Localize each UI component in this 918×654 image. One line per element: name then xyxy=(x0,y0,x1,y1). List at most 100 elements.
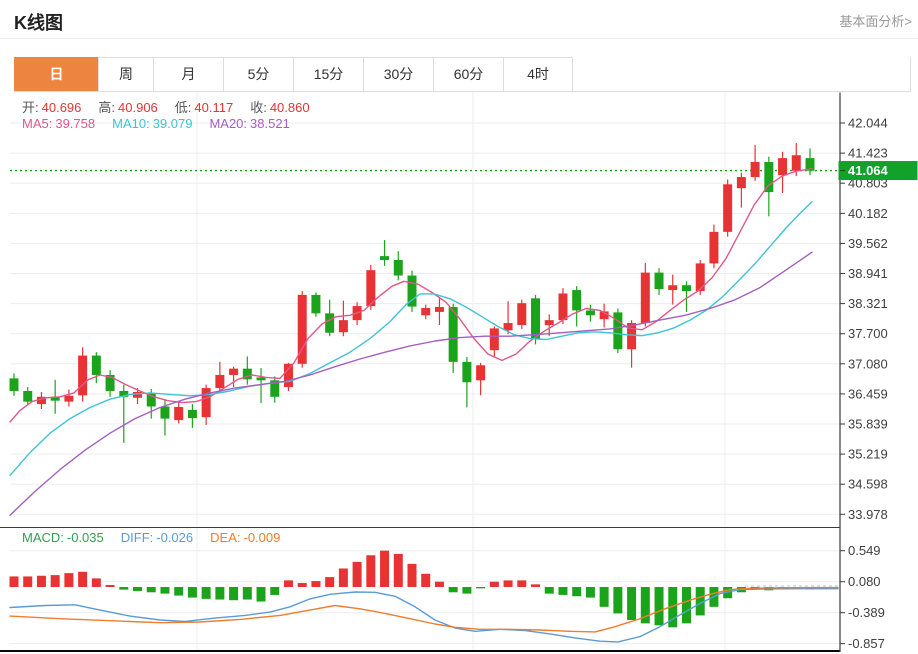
candle-body xyxy=(10,378,19,391)
readout-label: MA20: xyxy=(209,116,247,131)
readout-value: -0.009 xyxy=(243,530,280,545)
price-axis-label: 33.978 xyxy=(848,507,888,522)
macd-histogram-bar xyxy=(353,562,362,587)
candle-body xyxy=(133,392,142,398)
current-price-label: 41.064 xyxy=(848,163,889,178)
candle-body xyxy=(558,293,567,320)
readout-value: 40.860 xyxy=(270,100,310,115)
price-axis-label: 35.219 xyxy=(848,447,888,462)
macd-histogram-bar xyxy=(408,564,417,587)
candle-body xyxy=(545,320,554,325)
candle-body xyxy=(257,377,266,380)
candle-body xyxy=(215,375,224,388)
price-axis-label: 35.839 xyxy=(848,417,888,432)
candle-body xyxy=(517,303,526,325)
macd-histogram-bar xyxy=(339,568,348,587)
macd-histogram-bar xyxy=(78,572,87,587)
ohlc-row-item: 低:40.117 xyxy=(175,97,236,116)
macd-axis-label: -0.857 xyxy=(848,636,885,651)
price-axis-label: 38.321 xyxy=(848,296,888,311)
ohlc-readout: 开:40.696高:40.906低:40.117收:40.860 xyxy=(22,97,327,116)
macd-histogram-bar xyxy=(490,582,499,587)
candle-body xyxy=(229,369,238,375)
readout-value: 39.079 xyxy=(153,116,193,131)
price-axis-label: 40.182 xyxy=(848,206,888,221)
readout-value: -0.035 xyxy=(67,530,104,545)
readout-value: 40.117 xyxy=(194,100,233,115)
ma-readout: MA5:39.758MA10:39.079MA20:38.521 xyxy=(22,116,307,131)
ma-row-item: MA20:38.521 xyxy=(209,116,292,131)
price-axis-label: 34.598 xyxy=(848,477,888,492)
macd-row-item: DEA:-0.009 xyxy=(210,530,283,545)
macd-histogram-bar xyxy=(517,580,526,587)
candle-body xyxy=(709,232,718,264)
candle-body xyxy=(160,406,169,418)
macd-histogram-bar xyxy=(613,587,622,613)
candle-body xyxy=(490,328,499,350)
macd-histogram-bar xyxy=(119,587,128,590)
price-axis-label: 41.423 xyxy=(848,146,888,161)
macd-histogram-bar xyxy=(325,577,334,587)
price-axis-label: 42.044 xyxy=(848,116,888,131)
candle-body xyxy=(737,177,746,188)
candle-body xyxy=(627,323,636,349)
ohlc-row-item: 高:40.906 xyxy=(98,97,160,116)
readout-label: 收: xyxy=(250,100,267,115)
macd-histogram-bar xyxy=(37,576,46,587)
readout-value: 40.906 xyxy=(118,100,158,115)
macd-histogram-bar xyxy=(380,551,389,587)
macd-histogram-bar xyxy=(421,574,430,587)
readout-label: 高: xyxy=(98,100,115,115)
candle-body xyxy=(64,396,73,402)
macd-histogram-bar xyxy=(229,587,238,600)
macd-histogram-bar xyxy=(284,580,293,587)
candle-body xyxy=(792,155,801,171)
readout-label: MA5: xyxy=(22,116,52,131)
macd-histogram-bar xyxy=(572,587,581,596)
macd-histogram-bar xyxy=(215,587,224,600)
macd-axis-label: -0.389 xyxy=(848,605,885,620)
ma-row-item: MA10:39.079 xyxy=(112,116,195,131)
candle-body xyxy=(188,410,197,418)
macd-histogram-bar xyxy=(270,587,279,595)
ohlc-row-item: 收:40.860 xyxy=(250,97,312,116)
candle-body xyxy=(380,256,389,260)
candle-body xyxy=(531,298,540,338)
macd-histogram-bar xyxy=(243,587,252,600)
candle-body xyxy=(504,323,513,330)
readout-label: DIFF: xyxy=(121,530,154,545)
macd-histogram-bar xyxy=(64,573,73,587)
macd-histogram-bar xyxy=(627,587,636,620)
candle-body xyxy=(586,310,595,315)
readout-label: MA10: xyxy=(112,116,150,131)
macd-histogram-bar xyxy=(449,587,458,592)
macd-histogram-bar xyxy=(586,587,595,598)
price-axis-label: 38.941 xyxy=(848,266,888,281)
candle-body xyxy=(668,285,677,290)
macd-histogram-bar xyxy=(558,587,567,595)
macd-histogram-bar xyxy=(174,587,183,596)
readout-label: 开: xyxy=(22,100,39,115)
candle-body xyxy=(325,313,334,332)
candle-body xyxy=(476,365,485,380)
macd-axis-label: 0.549 xyxy=(848,543,881,558)
macd-histogram-bar xyxy=(298,583,307,587)
readout-value: 38.521 xyxy=(250,116,290,131)
macd-row-item: DIFF:-0.026 xyxy=(121,530,196,545)
macd-histogram-bar xyxy=(504,580,513,587)
macd-histogram-bar xyxy=(160,587,169,594)
candle-body xyxy=(78,356,87,396)
macd-histogram-bar xyxy=(23,576,32,587)
price-axis-label: 36.459 xyxy=(848,386,888,401)
macd-histogram-bar xyxy=(147,587,156,592)
price-axis-label: 37.700 xyxy=(848,326,888,341)
ma10-line xyxy=(10,202,812,476)
macd-histogram-bar xyxy=(188,587,197,598)
macd-histogram-bar xyxy=(51,575,60,587)
candle-body xyxy=(778,158,787,175)
macd-histogram-bar xyxy=(106,585,115,587)
macd-histogram-bar xyxy=(682,587,691,623)
candle-body xyxy=(394,260,403,276)
price-axis-label: 39.562 xyxy=(848,236,888,251)
macd-histogram-bar xyxy=(10,576,19,587)
